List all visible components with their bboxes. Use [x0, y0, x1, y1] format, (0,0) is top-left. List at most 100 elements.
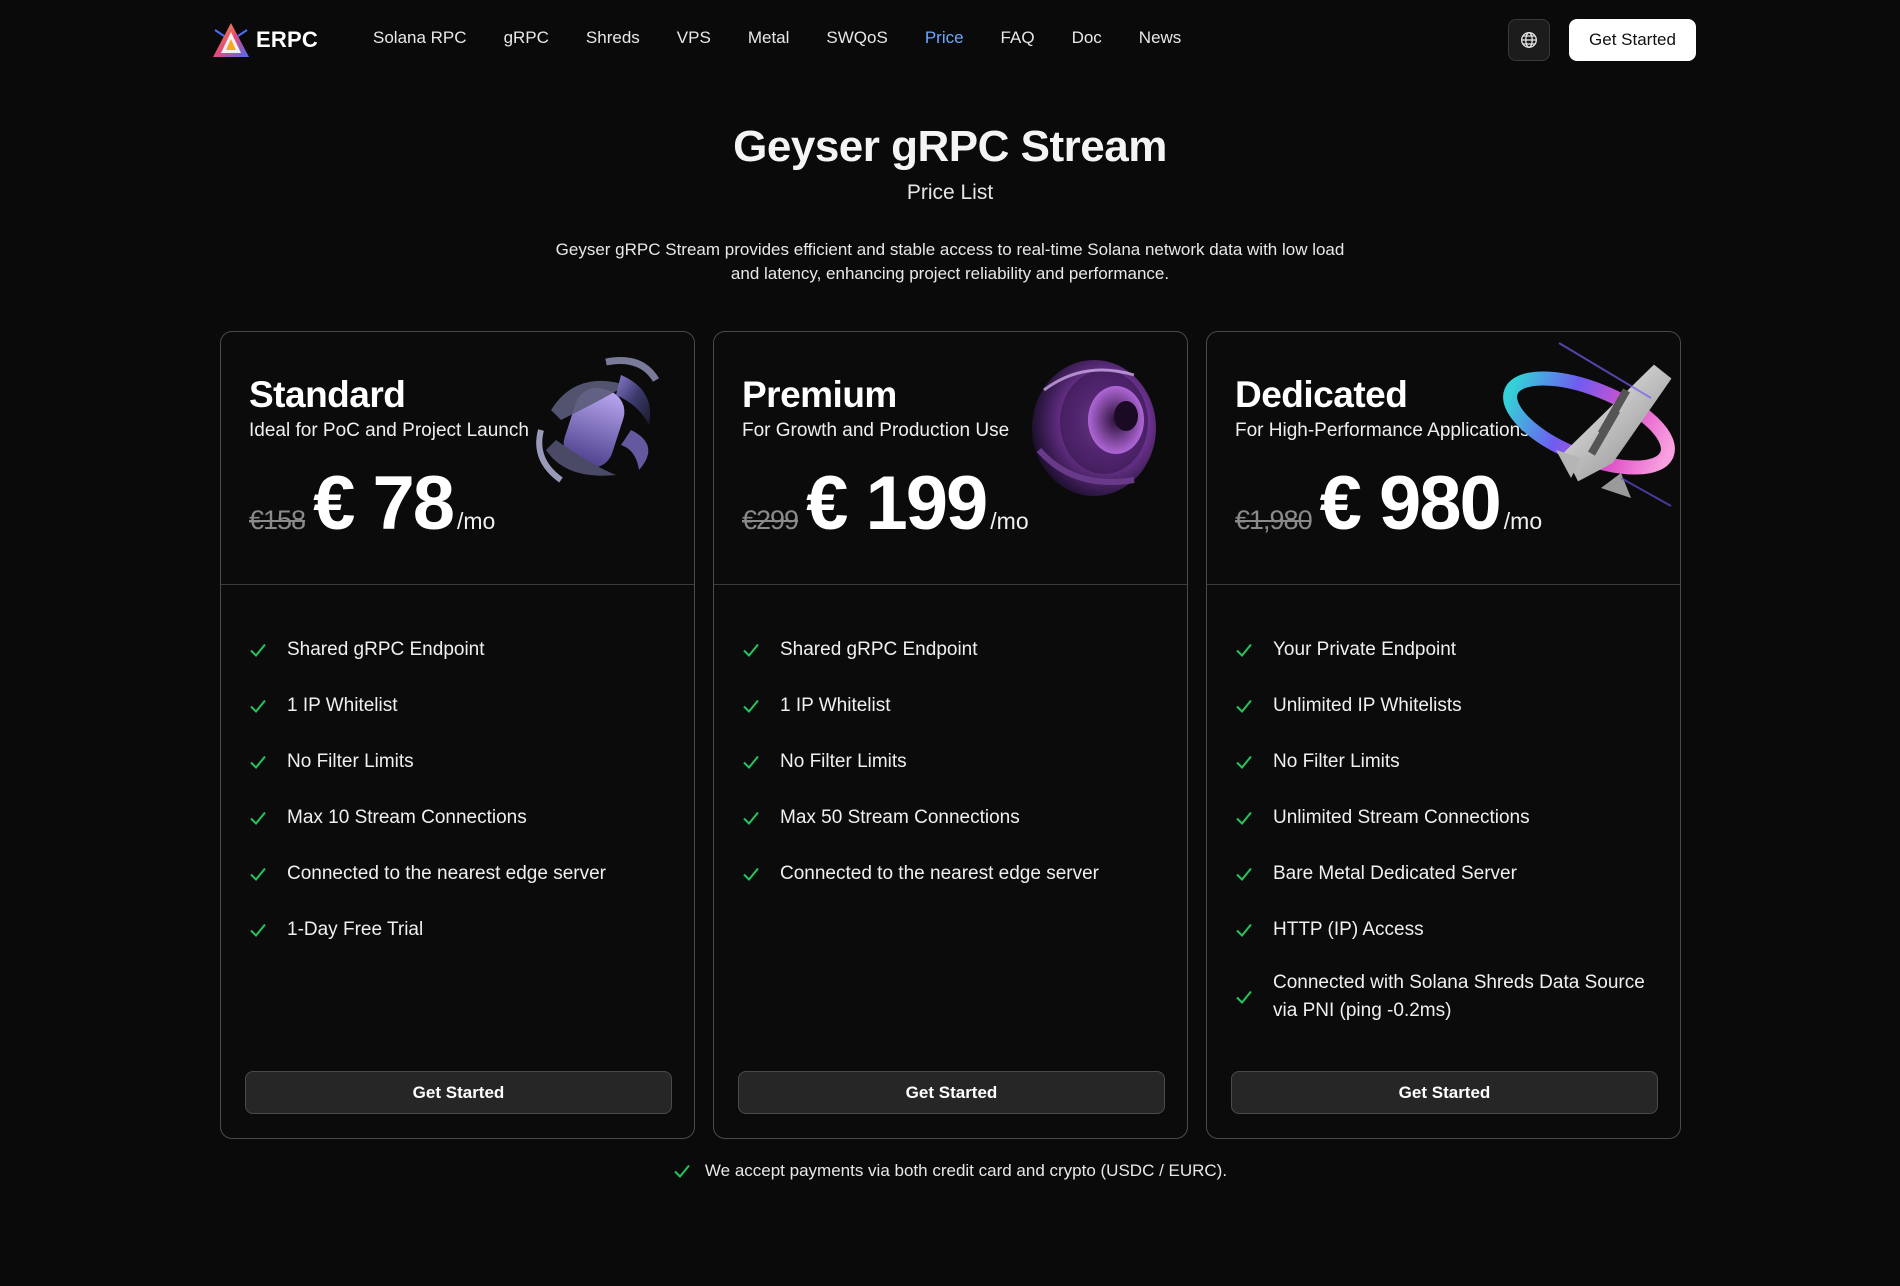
get-started-standard-button[interactable]: Get Started: [245, 1071, 672, 1114]
plan-price-row: €1,980 € 980 /mo: [1235, 466, 1542, 542]
language-button[interactable]: [1508, 19, 1550, 61]
feature-label: No Filter Limits: [1273, 751, 1400, 772]
plan-feature-list: Shared gRPC Endpoint 1 IP Whitelist No F…: [249, 622, 674, 958]
brand-logo[interactable]: ERPC: [212, 22, 318, 58]
erpc-logo-icon: [213, 23, 249, 57]
plan-price-unit: /mo: [457, 508, 496, 534]
check-icon: [250, 811, 266, 825]
nav-link-vps[interactable]: VPS: [677, 28, 711, 48]
list-item: No Filter Limits: [742, 734, 1167, 790]
get-started-dedicated-button[interactable]: Get Started: [1231, 1071, 1658, 1114]
list-item: Shared gRPC Endpoint: [742, 622, 1167, 678]
page-description: Geyser gRPC Stream provides efficient an…: [555, 240, 1345, 283]
feature-label: Your Private Endpoint: [1273, 639, 1457, 660]
list-item: 1 IP Whitelist: [249, 678, 674, 734]
list-item: Connected with Solana Shreds Data Source…: [1235, 958, 1660, 1036]
check-icon: [1236, 811, 1252, 825]
plan-card-header: Premium For Growth and Production Use €2…: [714, 332, 1187, 585]
plan-name: Standard: [249, 374, 406, 415]
list-item: No Filter Limits: [249, 734, 674, 790]
list-item: 1 IP Whitelist: [742, 678, 1167, 734]
plan-card-premium: Premium For Growth and Production Use €2…: [713, 331, 1188, 1139]
feature-label: 1 IP Whitelist: [287, 695, 398, 716]
top-nav: ERPC Solana RPC gRPC Shreds VPS Metal SW…: [0, 0, 1900, 80]
check-icon: [743, 811, 759, 825]
plan-name: Dedicated: [1235, 374, 1408, 415]
globe-icon: [1521, 32, 1537, 48]
plan-tagline: For High-Performance Applications: [1235, 420, 1530, 441]
nav-link-metal[interactable]: Metal: [748, 28, 790, 48]
plan-feature-list: Your Private Endpoint Unlimited IP White…: [1235, 622, 1660, 1036]
nav-link-news[interactable]: News: [1139, 28, 1182, 48]
plan-price-row: €158 € 78 /mo: [249, 466, 495, 542]
check-icon: [1236, 867, 1252, 881]
nav-link-price[interactable]: Price: [925, 28, 964, 48]
feature-label: Connected to the nearest edge server: [780, 863, 1099, 884]
check-icon: [250, 755, 266, 769]
list-item: Unlimited IP Whitelists: [1235, 678, 1660, 734]
list-item: Connected to the nearest edge server: [249, 846, 674, 902]
plan-price-unit: /mo: [990, 508, 1029, 534]
check-icon: [250, 643, 266, 657]
nav-link-shreds[interactable]: Shreds: [586, 28, 640, 48]
check-icon: [743, 755, 759, 769]
check-icon: [1236, 923, 1252, 937]
feature-label: No Filter Limits: [780, 751, 907, 772]
plan-price: € 78: [313, 461, 455, 546]
feature-label: 1-Day Free Trial: [287, 919, 424, 940]
nav-link-doc[interactable]: Doc: [1072, 28, 1102, 48]
check-icon: [674, 1164, 690, 1178]
feature-label: No Filter Limits: [287, 751, 414, 772]
nav-link-faq[interactable]: FAQ: [1001, 28, 1035, 48]
nav-link-swqos[interactable]: SWQoS: [826, 28, 887, 48]
plan-card-dedicated: Dedicated For High-Performance Applicati…: [1206, 331, 1681, 1139]
check-icon: [1236, 990, 1252, 1004]
feature-label: Shared gRPC Endpoint: [780, 639, 978, 660]
nav-link-grpc[interactable]: gRPC: [504, 28, 549, 48]
feature-label: Max 10 Stream Connections: [287, 807, 527, 828]
feature-label: Unlimited Stream Connections: [1273, 807, 1530, 828]
check-icon: [250, 867, 266, 881]
feature-label: 1 IP Whitelist: [780, 695, 891, 716]
feature-label: HTTP (IP) Access: [1273, 919, 1424, 940]
check-icon: [250, 923, 266, 937]
feature-label: Connected with Solana Shreds Data Source…: [1273, 972, 1645, 1021]
page-subtitle: Price List: [906, 181, 994, 204]
list-item: Max 50 Stream Connections: [742, 790, 1167, 846]
plan-tagline: For Growth and Production Use: [742, 420, 1010, 441]
plan-card-standard: Standard Ideal for PoC and Project Launc…: [220, 331, 695, 1139]
check-icon: [250, 699, 266, 713]
plan-card-header: Dedicated For High-Performance Applicati…: [1207, 332, 1680, 585]
list-item: 1-Day Free Trial: [249, 902, 674, 958]
list-item: No Filter Limits: [1235, 734, 1660, 790]
check-icon: [1236, 643, 1252, 657]
list-item: Max 10 Stream Connections: [249, 790, 674, 846]
plan-name: Premium: [742, 374, 897, 415]
plan-price: € 199: [806, 461, 988, 546]
list-item: Connected to the nearest edge server: [742, 846, 1167, 902]
feature-label: Unlimited IP Whitelists: [1273, 695, 1462, 716]
get-started-nav-button[interactable]: Get Started: [1569, 19, 1696, 61]
payment-note-text: We accept payments via both credit card …: [704, 1161, 1228, 1180]
list-item: Shared gRPC Endpoint: [249, 622, 674, 678]
check-icon: [1236, 699, 1252, 713]
get-started-premium-button[interactable]: Get Started: [738, 1071, 1165, 1114]
standard-plan-illustration: [536, 357, 660, 483]
nav-link-solana-rpc[interactable]: Solana RPC: [373, 28, 467, 48]
feature-label: Bare Metal Dedicated Server: [1273, 863, 1517, 884]
check-icon: [1236, 755, 1252, 769]
check-icon: [743, 643, 759, 657]
plan-feature-list: Shared gRPC Endpoint 1 IP Whitelist No F…: [742, 622, 1167, 902]
plan-card-header: Standard Ideal for PoC and Project Launc…: [221, 332, 694, 585]
plan-price-unit: /mo: [1503, 508, 1543, 534]
feature-label: Shared gRPC Endpoint: [287, 639, 485, 660]
check-icon: [743, 699, 759, 713]
plan-old-price: €158: [249, 505, 306, 535]
feature-label: Connected to the nearest edge server: [287, 863, 606, 884]
dedicated-plan-illustration: [1503, 342, 1675, 507]
page-title: Geyser gRPC Stream: [733, 122, 1167, 171]
list-item: Your Private Endpoint: [1235, 622, 1660, 678]
feature-label: Max 50 Stream Connections: [780, 807, 1020, 828]
plan-tagline: Ideal for PoC and Project Launch: [249, 420, 529, 441]
plan-price: € 980: [1319, 461, 1502, 546]
